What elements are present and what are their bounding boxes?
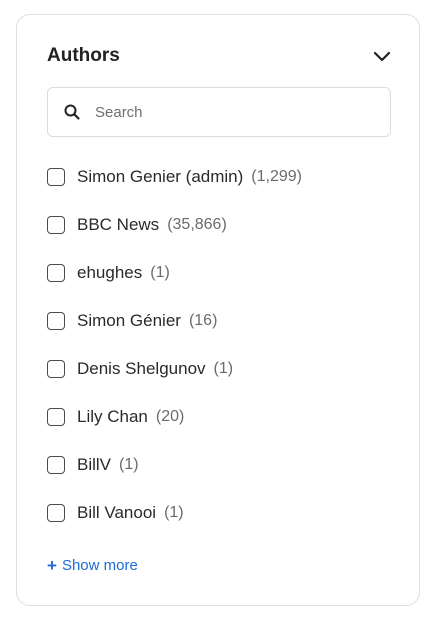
checkbox[interactable]	[47, 264, 65, 282]
checkbox[interactable]	[47, 408, 65, 426]
author-count: (1)	[150, 264, 170, 281]
author-name: Denis Shelgunov	[77, 359, 206, 378]
checkbox[interactable]	[47, 312, 65, 330]
checkbox[interactable]	[47, 504, 65, 522]
list-item[interactable]: Simon Genier (admin) (1,299)	[47, 153, 397, 201]
checkbox[interactable]	[47, 168, 65, 186]
author-name: BillV	[77, 455, 112, 474]
author-name: ehughes	[77, 263, 143, 282]
list-item[interactable]: BBC News (35,866)	[47, 201, 397, 249]
author-count: (35,866)	[167, 216, 227, 233]
author-count: (20)	[155, 408, 185, 425]
list-item[interactable]: Lily Chan (20)	[47, 393, 397, 441]
filter-header[interactable]: Authors	[47, 42, 391, 70]
list-item[interactable]: ehughes (1)	[47, 249, 397, 297]
author-name: Bill Vanooi	[77, 503, 157, 522]
author-count: (1)	[213, 360, 234, 377]
list-item[interactable]: BillV (1)	[47, 441, 397, 489]
author-count: (1,299)	[251, 168, 302, 185]
list-item[interactable]: Bill Vanooi (1)	[47, 489, 397, 537]
author-name: Lily Chan	[77, 407, 148, 426]
plus-icon: +	[47, 556, 57, 575]
chevron-up-icon[interactable]	[373, 47, 391, 65]
search-icon	[62, 102, 82, 122]
checkbox[interactable]	[47, 360, 65, 378]
author-name: Simon Genier (admin)	[77, 167, 244, 186]
author-count: (16)	[188, 312, 218, 329]
checkbox[interactable]	[47, 216, 65, 234]
author-name: BBC News	[77, 215, 160, 234]
show-more-link[interactable]: + Show more	[47, 557, 138, 574]
search-input[interactable]	[93, 102, 367, 122]
show-more-label: Show more	[61, 557, 138, 574]
filter-title: Authors	[47, 45, 120, 66]
list-item[interactable]: Denis Shelgunov (1)	[47, 345, 397, 393]
list-item[interactable]: Simon Génier (16)	[47, 297, 397, 345]
author-search-box[interactable]	[47, 87, 391, 137]
author-count: (1)	[119, 456, 139, 473]
author-name: Simon Génier	[77, 311, 181, 330]
checkbox[interactable]	[47, 456, 65, 474]
author-count: (1)	[164, 504, 184, 521]
author-list: Simon Genier (admin) (1,299) BBC News (3…	[47, 153, 397, 537]
